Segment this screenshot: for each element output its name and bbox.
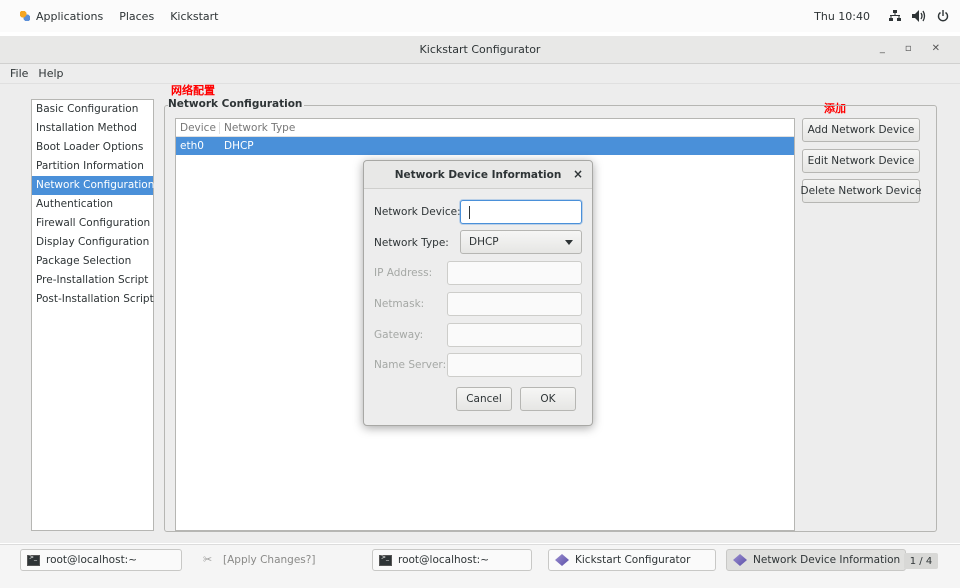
dialog-title: Network Device Information: [394, 168, 562, 181]
cell-network-type: DHCP: [224, 140, 254, 152]
task-network-device-information[interactable]: Network Device Information: [726, 549, 906, 571]
dialog-close-icon[interactable]: ×: [573, 167, 583, 181]
text-cursor: [469, 206, 470, 219]
applications-label: Applications: [36, 9, 104, 23]
netmask-label: Netmask:: [374, 298, 425, 310]
category-item-display[interactable]: Display Configuration: [32, 233, 153, 252]
category-item-basic[interactable]: Basic Configuration: [32, 100, 153, 119]
task-kickstart-configurator[interactable]: Kickstart Configurator: [548, 549, 716, 571]
network-config-frame-label: Network Configuration: [168, 98, 305, 110]
column-header-device[interactable]: Device: [176, 121, 220, 134]
ok-button[interactable]: OK: [520, 387, 576, 411]
network-type-select[interactable]: DHCP: [460, 230, 582, 254]
task-terminal-2[interactable]: root@localhost:~: [372, 549, 532, 571]
category-item-installation[interactable]: Installation Method: [32, 119, 153, 138]
category-list: Basic Configuration Installation Method …: [31, 99, 154, 531]
kickstart-icon: [733, 554, 747, 566]
network-device-input[interactable]: [460, 200, 582, 224]
edit-network-device-button[interactable]: Edit Network Device: [802, 149, 920, 173]
terminal-icon: [379, 554, 392, 566]
category-item-firewall[interactable]: Firewall Configuration: [32, 214, 153, 233]
gateway-label: Gateway:: [374, 329, 424, 341]
places-menu[interactable]: Places: [119, 10, 154, 23]
gateway-input: [447, 323, 582, 347]
netmask-input: [447, 292, 582, 316]
category-item-pre-script[interactable]: Pre-Installation Script: [32, 271, 153, 290]
add-network-device-button[interactable]: Add Network Device: [802, 118, 920, 142]
task-label: [Apply Changes?]: [223, 554, 316, 566]
applications-menu[interactable]: Applications: [20, 10, 103, 23]
delete-network-device-button[interactable]: Delete Network Device: [801, 179, 921, 203]
task-label: root@localhost:~: [46, 554, 138, 566]
network-wired-icon[interactable]: [888, 9, 902, 23]
category-item-bootloader[interactable]: Boot Loader Options: [32, 138, 153, 157]
minimize-icon[interactable]: _: [880, 43, 885, 54]
table-row[interactable]: eth0 DHCP: [176, 137, 794, 155]
window-list-taskbar: root@localhost:~ ✂ [Apply Changes?] root…: [0, 544, 960, 588]
task-label: root@localhost:~: [398, 554, 490, 566]
top-bar: Applications Places Kickstart Thu 10:40: [0, 0, 960, 32]
category-item-authentication[interactable]: Authentication: [32, 195, 153, 214]
menu-file[interactable]: File: [10, 67, 28, 80]
window-titlebar: Kickstart Configurator _ ▫ ✕: [0, 36, 960, 64]
menu-help[interactable]: Help: [38, 67, 63, 80]
close-icon[interactable]: ✕: [932, 43, 940, 54]
name-server-input: [447, 353, 582, 377]
task-terminal-1[interactable]: root@localhost:~: [20, 549, 182, 571]
app-menu[interactable]: Kickstart: [170, 10, 218, 23]
window-title: Kickstart Configurator: [419, 43, 541, 56]
task-apply-changes[interactable]: ✂ [Apply Changes?]: [196, 549, 364, 571]
cell-device: eth0: [180, 140, 204, 152]
category-item-network[interactable]: Network Configuration: [32, 176, 154, 195]
category-item-partition[interactable]: Partition Information: [32, 157, 153, 176]
task-label: Network Device Information: [753, 554, 901, 566]
workspace-pager[interactable]: 1 / 4: [904, 553, 938, 569]
network-device-dialog: Network Device Information × Network Dev…: [363, 160, 593, 426]
category-item-packages[interactable]: Package Selection: [32, 252, 153, 271]
tools-icon: ✂: [203, 553, 213, 566]
maximize-icon[interactable]: ▫: [905, 43, 912, 54]
chevron-down-icon: [565, 240, 573, 245]
annotation-network-config: 网络配置: [171, 84, 215, 97]
table-header: Device Network Type: [176, 119, 794, 137]
column-header-network-type[interactable]: Network Type: [220, 122, 295, 134]
ip-address-input: [447, 261, 582, 285]
terminal-icon: [27, 554, 40, 566]
volume-icon[interactable]: [912, 9, 926, 23]
network-type-value: DHCP: [469, 236, 499, 248]
applications-icon: [20, 11, 30, 21]
dialog-titlebar: Network Device Information ×: [364, 161, 592, 189]
network-type-label: Network Type:: [374, 237, 449, 249]
kickstart-icon: [555, 554, 569, 566]
clock[interactable]: Thu 10:40: [814, 10, 870, 23]
menubar: File Help: [0, 64, 960, 84]
name-server-label: Name Server:: [374, 359, 447, 371]
cancel-button[interactable]: Cancel: [456, 387, 512, 411]
ip-address-label: IP Address:: [374, 267, 433, 279]
network-device-label: Network Device:: [374, 206, 461, 218]
task-label: Kickstart Configurator: [575, 554, 691, 566]
power-icon[interactable]: [936, 9, 950, 23]
category-item-post-script[interactable]: Post-Installation Script: [32, 290, 154, 309]
